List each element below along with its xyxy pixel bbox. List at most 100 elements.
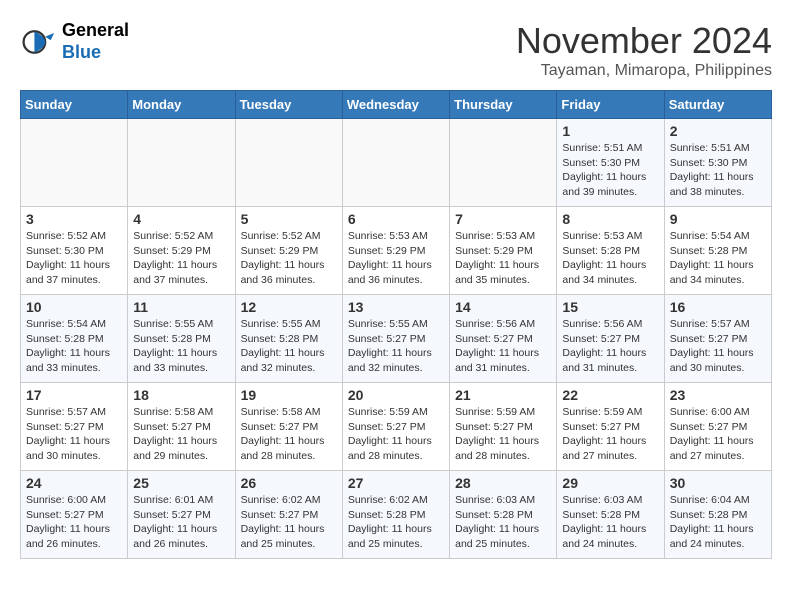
- calendar-week-row: 1 Sunrise: 5:51 AM Sunset: 5:30 PM Daylig…: [21, 119, 772, 207]
- day-info: Sunrise: 5:58 AM Sunset: 5:27 PM Dayligh…: [241, 405, 337, 464]
- day-number: 29: [562, 475, 658, 491]
- day-info: Sunrise: 5:57 AM Sunset: 5:27 PM Dayligh…: [26, 405, 122, 464]
- day-info: Sunrise: 5:53 AM Sunset: 5:29 PM Dayligh…: [348, 229, 444, 288]
- calendar-cell: 23 Sunrise: 6:00 AM Sunset: 5:27 PM Dayli…: [664, 383, 771, 471]
- day-info: Sunrise: 5:52 AM Sunset: 5:29 PM Dayligh…: [133, 229, 229, 288]
- day-number: 26: [241, 475, 337, 491]
- day-info: Sunrise: 5:55 AM Sunset: 5:28 PM Dayligh…: [133, 317, 229, 376]
- day-number: 8: [562, 211, 658, 227]
- calendar-cell: 16Sunrise: 5:57 AM Sunset: 5:27 PM Dayli…: [664, 295, 771, 383]
- calendar-cell: 3Sunrise: 5:52 AM Sunset: 5:30 PM Daylig…: [21, 207, 128, 295]
- calendar-header-row: SundayMondayTuesdayWednesdayThursdayFrid…: [21, 91, 772, 119]
- calendar-cell: 21Sunrise: 5:59 AM Sunset: 5:27 PM Dayli…: [450, 383, 557, 471]
- calendar-cell: 19 Sunrise: 5:58 AM Sunset: 5:27 PM Dayli…: [235, 383, 342, 471]
- day-number: 1: [562, 123, 658, 139]
- month-title: November 2024: [516, 20, 772, 62]
- day-info: Sunrise: 5:58 AM Sunset: 5:27 PM Dayligh…: [133, 405, 229, 464]
- calendar-cell: 7 Sunrise: 5:53 AM Sunset: 5:29 PM Daylig…: [450, 207, 557, 295]
- day-info: Sunrise: 5:54 AM Sunset: 5:28 PM Dayligh…: [670, 229, 766, 288]
- day-info: Sunrise: 6:02 AM Sunset: 5:28 PM Dayligh…: [348, 493, 444, 552]
- day-info: Sunrise: 5:57 AM Sunset: 5:27 PM Dayligh…: [670, 317, 766, 376]
- day-number: 21: [455, 387, 551, 403]
- calendar-cell: 26Sunrise: 6:02 AM Sunset: 5:27 PM Dayli…: [235, 471, 342, 559]
- day-number: 28: [455, 475, 551, 491]
- day-number: 27: [348, 475, 444, 491]
- day-info: Sunrise: 6:04 AM Sunset: 5:28 PM Dayligh…: [670, 493, 766, 552]
- calendar-cell: 5 Sunrise: 5:52 AM Sunset: 5:29 PM Daylig…: [235, 207, 342, 295]
- day-number: 14: [455, 299, 551, 315]
- logo-icon: [20, 24, 56, 60]
- calendar-cell: 9Sunrise: 5:54 AM Sunset: 5:28 PM Daylig…: [664, 207, 771, 295]
- day-info: Sunrise: 5:53 AM Sunset: 5:29 PM Dayligh…: [455, 229, 551, 288]
- day-info: Sunrise: 5:55 AM Sunset: 5:27 PM Dayligh…: [348, 317, 444, 376]
- day-info: Sunrise: 6:00 AM Sunset: 5:27 PM Dayligh…: [670, 405, 766, 464]
- day-number: 7: [455, 211, 551, 227]
- calendar-cell: [450, 119, 557, 207]
- calendar-cell: 4 Sunrise: 5:52 AM Sunset: 5:29 PM Daylig…: [128, 207, 235, 295]
- calendar-cell: 29 Sunrise: 6:03 AM Sunset: 5:28 PM Dayli…: [557, 471, 664, 559]
- col-header-friday: Friday: [557, 91, 664, 119]
- day-number: 30: [670, 475, 766, 491]
- day-number: 13: [348, 299, 444, 315]
- day-info: Sunrise: 5:55 AM Sunset: 5:28 PM Dayligh…: [241, 317, 337, 376]
- calendar-cell: [235, 119, 342, 207]
- day-number: 17: [26, 387, 122, 403]
- day-info: Sunrise: 5:59 AM Sunset: 5:27 PM Dayligh…: [562, 405, 658, 464]
- calendar-cell: 1 Sunrise: 5:51 AM Sunset: 5:30 PM Daylig…: [557, 119, 664, 207]
- col-header-saturday: Saturday: [664, 91, 771, 119]
- day-number: 18: [133, 387, 229, 403]
- day-info: Sunrise: 5:54 AM Sunset: 5:28 PM Dayligh…: [26, 317, 122, 376]
- day-number: 6: [348, 211, 444, 227]
- title-area: November 2024 Tayaman, Mimaropa, Philipp…: [516, 20, 772, 80]
- calendar-cell: 13 Sunrise: 5:55 AM Sunset: 5:27 PM Dayli…: [342, 295, 449, 383]
- day-number: 22: [562, 387, 658, 403]
- logo-text: General Blue: [62, 20, 129, 63]
- calendar-table: SundayMondayTuesdayWednesdayThursdayFrid…: [20, 90, 772, 559]
- day-number: 20: [348, 387, 444, 403]
- day-info: Sunrise: 5:53 AM Sunset: 5:28 PM Dayligh…: [562, 229, 658, 288]
- calendar-cell: 15Sunrise: 5:56 AM Sunset: 5:27 PM Dayli…: [557, 295, 664, 383]
- day-number: 10: [26, 299, 122, 315]
- col-header-wednesday: Wednesday: [342, 91, 449, 119]
- calendar-cell: [128, 119, 235, 207]
- col-header-monday: Monday: [128, 91, 235, 119]
- day-number: 25: [133, 475, 229, 491]
- calendar-cell: 2 Sunrise: 5:51 AM Sunset: 5:30 PM Daylig…: [664, 119, 771, 207]
- calendar-cell: 20 Sunrise: 5:59 AM Sunset: 5:27 PM Dayli…: [342, 383, 449, 471]
- calendar-cell: 10 Sunrise: 5:54 AM Sunset: 5:28 PM Dayli…: [21, 295, 128, 383]
- day-info: Sunrise: 5:59 AM Sunset: 5:27 PM Dayligh…: [348, 405, 444, 464]
- day-number: 5: [241, 211, 337, 227]
- day-info: Sunrise: 5:51 AM Sunset: 5:30 PM Dayligh…: [562, 141, 658, 200]
- day-info: Sunrise: 6:01 AM Sunset: 5:27 PM Dayligh…: [133, 493, 229, 552]
- calendar-cell: 12 Sunrise: 5:55 AM Sunset: 5:28 PM Dayli…: [235, 295, 342, 383]
- day-info: Sunrise: 5:52 AM Sunset: 5:30 PM Dayligh…: [26, 229, 122, 288]
- day-info: Sunrise: 5:51 AM Sunset: 5:30 PM Dayligh…: [670, 141, 766, 200]
- day-number: 19: [241, 387, 337, 403]
- day-number: 4: [133, 211, 229, 227]
- calendar-cell: 22 Sunrise: 5:59 AM Sunset: 5:27 PM Dayli…: [557, 383, 664, 471]
- calendar-week-row: 3Sunrise: 5:52 AM Sunset: 5:30 PM Daylig…: [21, 207, 772, 295]
- calendar-cell: 28Sunrise: 6:03 AM Sunset: 5:28 PM Dayli…: [450, 471, 557, 559]
- calendar-cell: 6 Sunrise: 5:53 AM Sunset: 5:29 PM Daylig…: [342, 207, 449, 295]
- day-number: 2: [670, 123, 766, 139]
- day-number: 23: [670, 387, 766, 403]
- col-header-sunday: Sunday: [21, 91, 128, 119]
- calendar-cell: 14Sunrise: 5:56 AM Sunset: 5:27 PM Dayli…: [450, 295, 557, 383]
- day-number: 24: [26, 475, 122, 491]
- calendar-cell: [342, 119, 449, 207]
- calendar-cell: 11Sunrise: 5:55 AM Sunset: 5:28 PM Dayli…: [128, 295, 235, 383]
- calendar-week-row: 17 Sunrise: 5:57 AM Sunset: 5:27 PM Dayli…: [21, 383, 772, 471]
- day-info: Sunrise: 6:00 AM Sunset: 5:27 PM Dayligh…: [26, 493, 122, 552]
- calendar-cell: 25 Sunrise: 6:01 AM Sunset: 5:27 PM Dayli…: [128, 471, 235, 559]
- calendar-cell: 8 Sunrise: 5:53 AM Sunset: 5:28 PM Daylig…: [557, 207, 664, 295]
- day-number: 15: [562, 299, 658, 315]
- day-number: 12: [241, 299, 337, 315]
- col-header-thursday: Thursday: [450, 91, 557, 119]
- location: Tayaman, Mimaropa, Philippines: [516, 62, 772, 80]
- calendar-cell: 24 Sunrise: 6:00 AM Sunset: 5:27 PM Dayli…: [21, 471, 128, 559]
- calendar-cell: 17 Sunrise: 5:57 AM Sunset: 5:27 PM Dayli…: [21, 383, 128, 471]
- day-info: Sunrise: 5:52 AM Sunset: 5:29 PM Dayligh…: [241, 229, 337, 288]
- calendar-week-row: 10 Sunrise: 5:54 AM Sunset: 5:28 PM Dayli…: [21, 295, 772, 383]
- day-info: Sunrise: 6:03 AM Sunset: 5:28 PM Dayligh…: [562, 493, 658, 552]
- calendar-cell: 18 Sunrise: 5:58 AM Sunset: 5:27 PM Dayli…: [128, 383, 235, 471]
